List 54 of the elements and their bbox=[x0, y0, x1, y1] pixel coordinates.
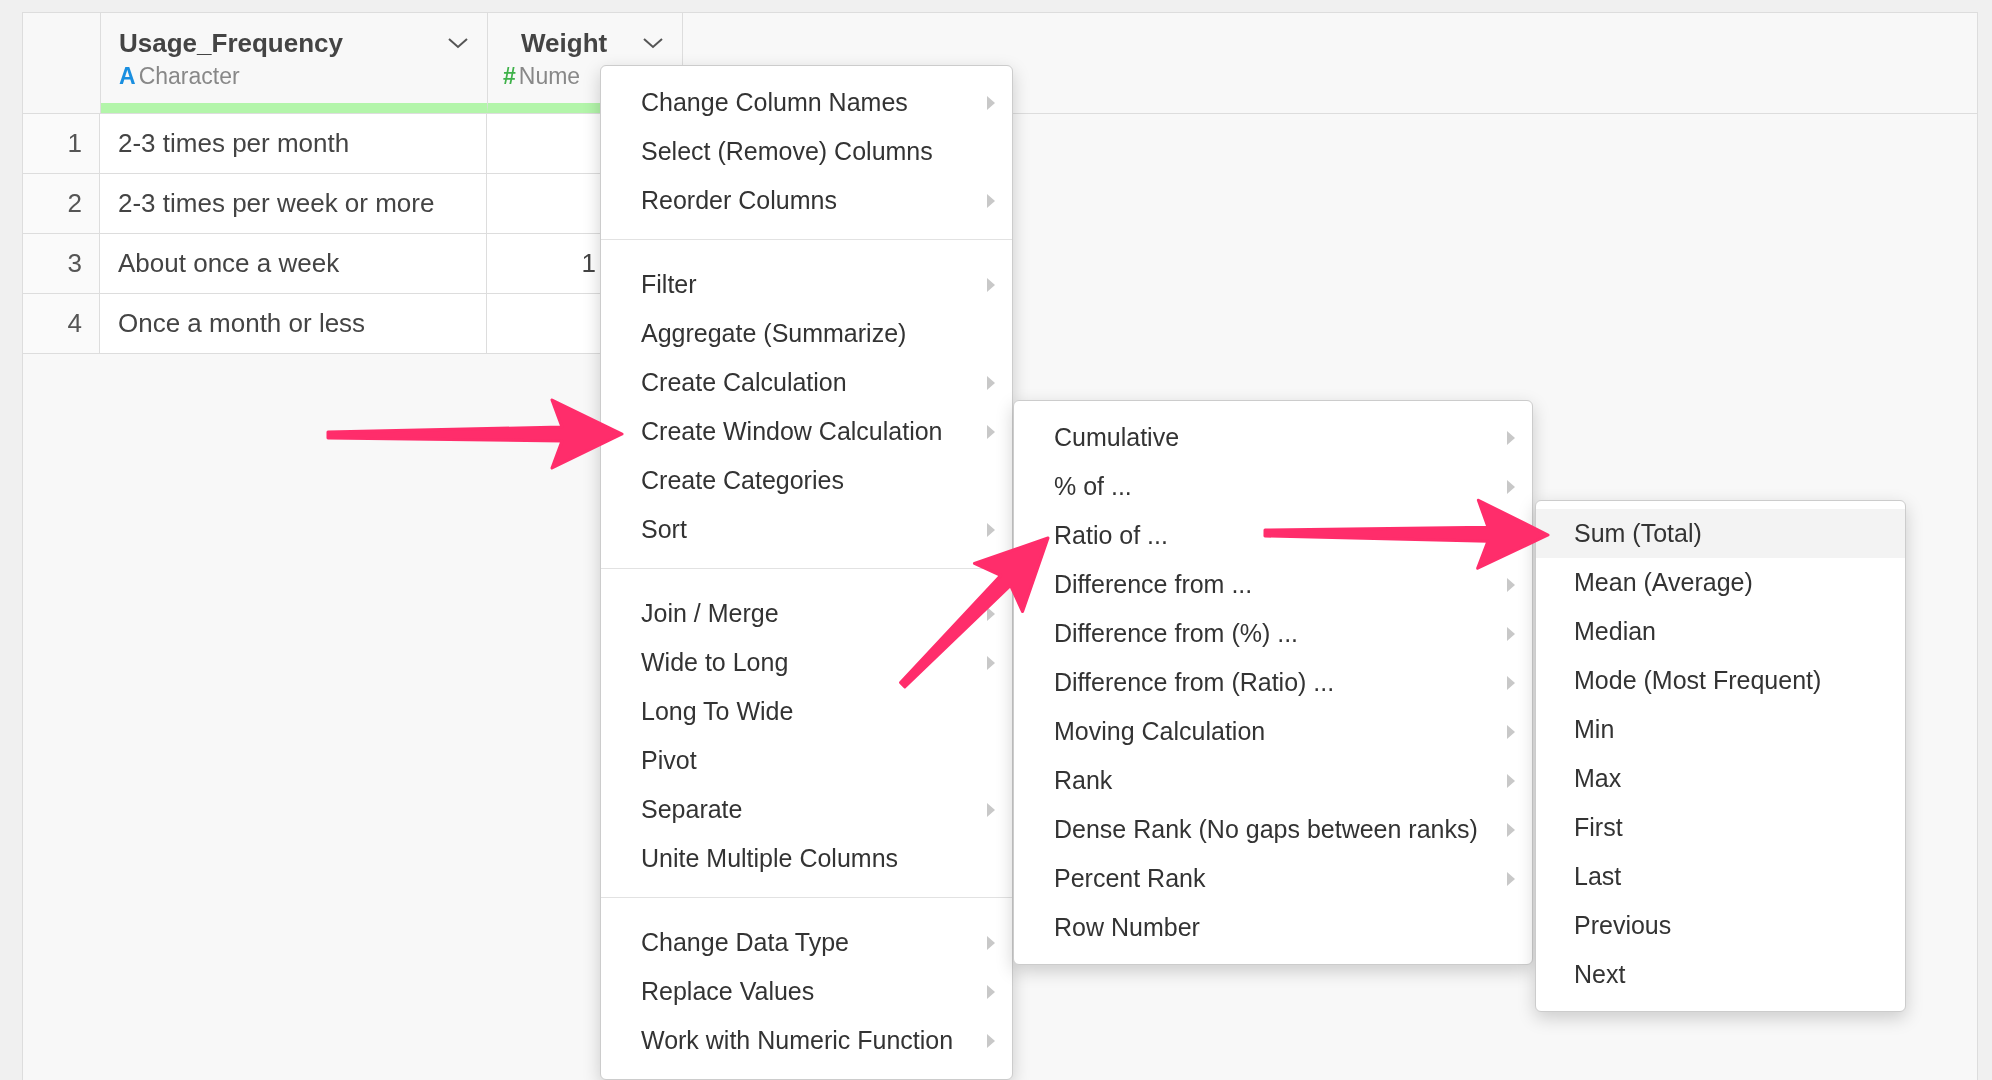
menu-item[interactable]: Select (Remove) Columns bbox=[641, 137, 933, 166]
menu-item[interactable]: First bbox=[1536, 803, 1905, 852]
menu-item[interactable]: Long To Wide bbox=[641, 697, 794, 726]
menu-item[interactable]: Pivot bbox=[641, 746, 697, 775]
menu-item[interactable]: Separate bbox=[641, 795, 743, 824]
menu-item[interactable]: Sort bbox=[641, 515, 687, 544]
menu-item[interactable]: Dense Rank (No gaps between ranks) bbox=[1054, 815, 1478, 844]
menu-item[interactable]: Create Window Calculation bbox=[641, 417, 943, 446]
menu-item[interactable]: Last bbox=[1536, 852, 1905, 901]
menu-item[interactable]: Percent Rank bbox=[1054, 864, 1206, 893]
column-name: Weight bbox=[521, 27, 608, 59]
menu-item[interactable]: Create Categories bbox=[641, 466, 844, 495]
table-cell: Once a month or less bbox=[100, 294, 487, 353]
menu-item[interactable]: Join / Merge bbox=[641, 599, 779, 628]
column-type-icon: # bbox=[503, 63, 516, 90]
row-number: 4 bbox=[23, 294, 100, 353]
menu-item[interactable]: % of ... bbox=[1054, 472, 1132, 501]
menu-item[interactable]: Row Number bbox=[1054, 913, 1200, 942]
menu-item[interactable]: Mode (Most Frequent) bbox=[1536, 656, 1905, 705]
column-name: Usage_Frequency bbox=[119, 27, 343, 59]
table-cell: 2-3 times per month bbox=[100, 114, 487, 173]
menu-item[interactable]: Replace Values bbox=[641, 977, 815, 1006]
menu-item[interactable]: Min bbox=[1536, 705, 1905, 754]
menu-item[interactable]: Unite Multiple Columns bbox=[641, 844, 899, 873]
menu-item[interactable]: Work with Numeric Function bbox=[641, 1026, 954, 1055]
column-type-label: Character bbox=[138, 63, 240, 90]
menu-item[interactable]: Rank bbox=[1054, 766, 1113, 795]
menu-item[interactable]: Change Column Names bbox=[641, 88, 908, 117]
chevron-down-icon[interactable] bbox=[447, 36, 469, 50]
table-cell: About once a week bbox=[100, 234, 487, 293]
menu-item[interactable]: Max bbox=[1536, 754, 1905, 803]
menu-item[interactable]: Create Calculation bbox=[641, 368, 847, 397]
menu-item[interactable]: Difference from ... bbox=[1054, 570, 1253, 599]
menu-item[interactable]: Next bbox=[1536, 950, 1905, 999]
table-cell: 2-3 times per week or more bbox=[100, 174, 487, 233]
menu-item[interactable]: Previous bbox=[1536, 901, 1905, 950]
row-number: 3 bbox=[23, 234, 100, 293]
column-type-label: Nume bbox=[518, 63, 581, 90]
menu-item[interactable]: Mean (Average) bbox=[1536, 558, 1905, 607]
row-number: 1 bbox=[23, 114, 100, 173]
menu-item[interactable]: Median bbox=[1536, 607, 1905, 656]
menu-item[interactable]: Aggregate (Summarize) bbox=[641, 319, 907, 348]
menu-item[interactable]: Change Data Type bbox=[641, 928, 850, 957]
menu-item[interactable]: Sum (Total) bbox=[1536, 509, 1905, 558]
menu-item[interactable]: Difference from (Ratio) ... bbox=[1054, 668, 1335, 697]
menu-item[interactable]: Moving Calculation bbox=[1054, 717, 1266, 746]
menu-item[interactable]: Reorder Columns bbox=[641, 186, 837, 215]
menu-item[interactable]: Cumulative bbox=[1054, 423, 1180, 452]
row-number: 2 bbox=[23, 174, 100, 233]
column-type-icon: A bbox=[119, 63, 136, 90]
menu-item[interactable]: Ratio of ... bbox=[1054, 521, 1168, 550]
chevron-down-icon[interactable] bbox=[642, 36, 664, 50]
menu-item[interactable]: Wide to Long bbox=[641, 648, 789, 677]
menu-item[interactable]: Difference from (%) ... bbox=[1054, 619, 1299, 648]
